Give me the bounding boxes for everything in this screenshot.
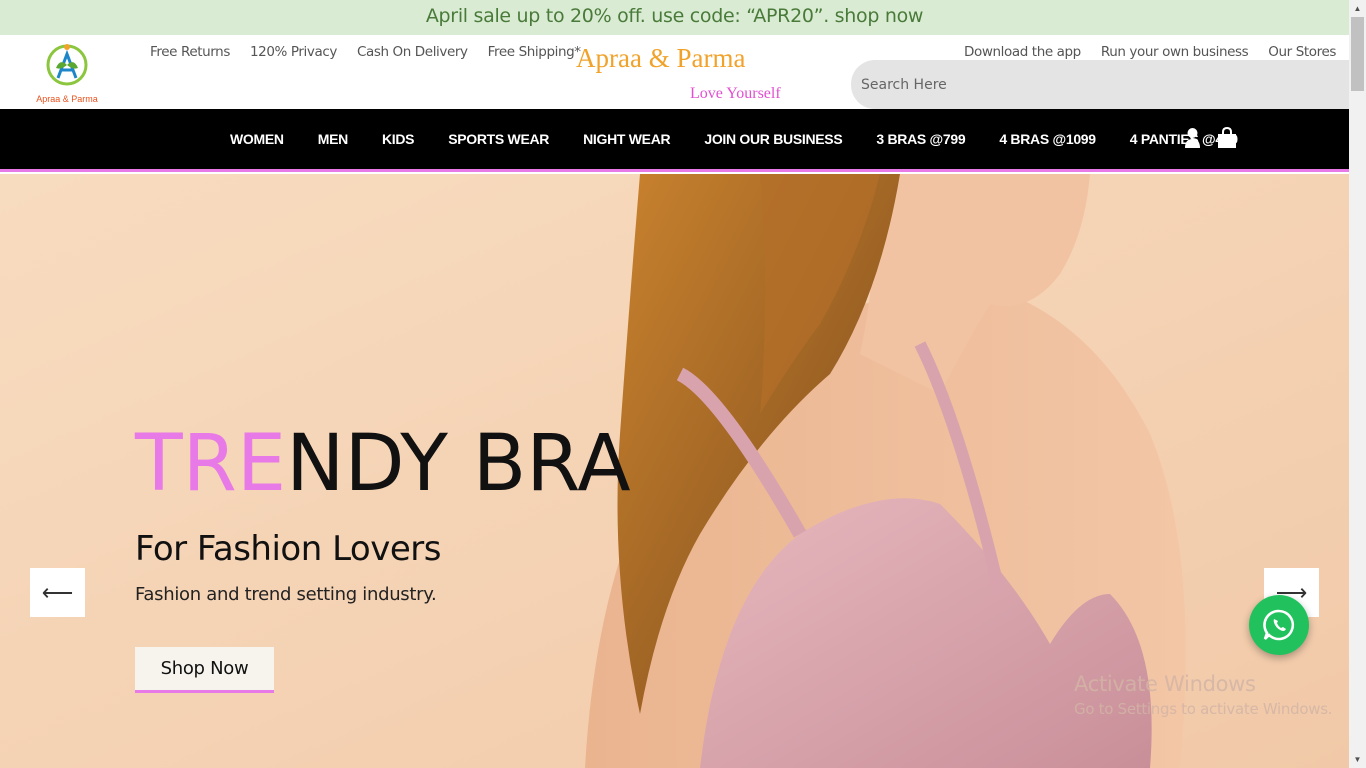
shop-now-button[interactable]: Shop Now xyxy=(135,647,274,693)
nav-item-sports-wear[interactable]: SPORTS WEAR xyxy=(448,131,549,147)
main-nav: WOMEN MEN KIDS SPORTS WEAR NIGHT WEAR JO… xyxy=(0,109,1349,172)
free-shipping-link[interactable]: Free Shipping* xyxy=(488,44,581,60)
brand-name[interactable]: Apraa & Parma xyxy=(576,43,745,74)
free-returns-link[interactable]: Free Returns xyxy=(150,44,230,60)
nav-item-kids[interactable]: KIDS xyxy=(382,131,415,147)
nav-item-night-wear[interactable]: NIGHT WEAR xyxy=(583,131,671,147)
hero-title: TRENDY BRA xyxy=(135,419,631,509)
scroll-up-icon[interactable]: ▲ xyxy=(1349,0,1366,17)
hero-title-highlight: TRE xyxy=(135,419,287,509)
watermark-title: Activate Windows xyxy=(1074,672,1256,696)
logo[interactable]: Apraa & Parma xyxy=(34,38,100,106)
user-icon[interactable] xyxy=(1184,127,1201,154)
logo-text: Apraa & Parma xyxy=(36,94,98,104)
hero-subtitle: For Fashion Lovers xyxy=(135,529,441,569)
shopping-bag-icon[interactable] xyxy=(1217,126,1237,154)
hero-title-rest: NDY BRA xyxy=(286,419,631,509)
hero-description: Fashion and trend setting industry. xyxy=(135,584,437,605)
scroll-thumb[interactable] xyxy=(1351,17,1364,91)
brand-tagline: Love Yourself xyxy=(690,85,781,102)
scroll-down-icon[interactable]: ▼ xyxy=(1349,751,1366,768)
nav-item-join-business[interactable]: JOIN OUR BUSINESS xyxy=(704,131,842,147)
page-scrollbar[interactable]: ▲ ▼ xyxy=(1349,0,1366,768)
arrow-left-icon: ⟵ xyxy=(41,579,74,605)
download-app-link[interactable]: Download the app xyxy=(964,44,1081,60)
nav-item-men[interactable]: MEN xyxy=(318,131,349,147)
logo-icon xyxy=(46,44,88,86)
our-stores-link[interactable]: Our Stores xyxy=(1268,44,1336,60)
site-header: Apraa & Parma Free Returns 120% Privacy … xyxy=(0,35,1349,109)
whatsapp-chat-button[interactable] xyxy=(1249,595,1309,655)
cash-on-delivery-link[interactable]: Cash On Delivery xyxy=(357,44,468,60)
privacy-link[interactable]: 120% Privacy xyxy=(250,44,337,60)
search-input[interactable] xyxy=(851,60,1349,109)
promo-banner[interactable]: April sale up to 20% off. use code: “APR… xyxy=(0,0,1349,35)
windows-activation-watermark: Activate Windows Go to Settings to activ… xyxy=(1074,672,1332,718)
whatsapp-icon xyxy=(1263,609,1295,641)
carousel-prev-button[interactable]: ⟵ xyxy=(30,568,85,617)
run-business-link[interactable]: Run your own business xyxy=(1101,44,1249,60)
watermark-subtitle: Go to Settings to activate Windows. xyxy=(1074,700,1333,718)
nav-item-4-bras[interactable]: 4 BRAS @1099 xyxy=(999,131,1096,147)
header-service-links: Free Returns 120% Privacy Cash On Delive… xyxy=(150,44,581,60)
nav-item-women[interactable]: WOMEN xyxy=(230,131,284,147)
header-right-links: Download the app Run your own business O… xyxy=(964,44,1336,60)
nav-item-3-bras[interactable]: 3 BRAS @799 xyxy=(876,131,965,147)
